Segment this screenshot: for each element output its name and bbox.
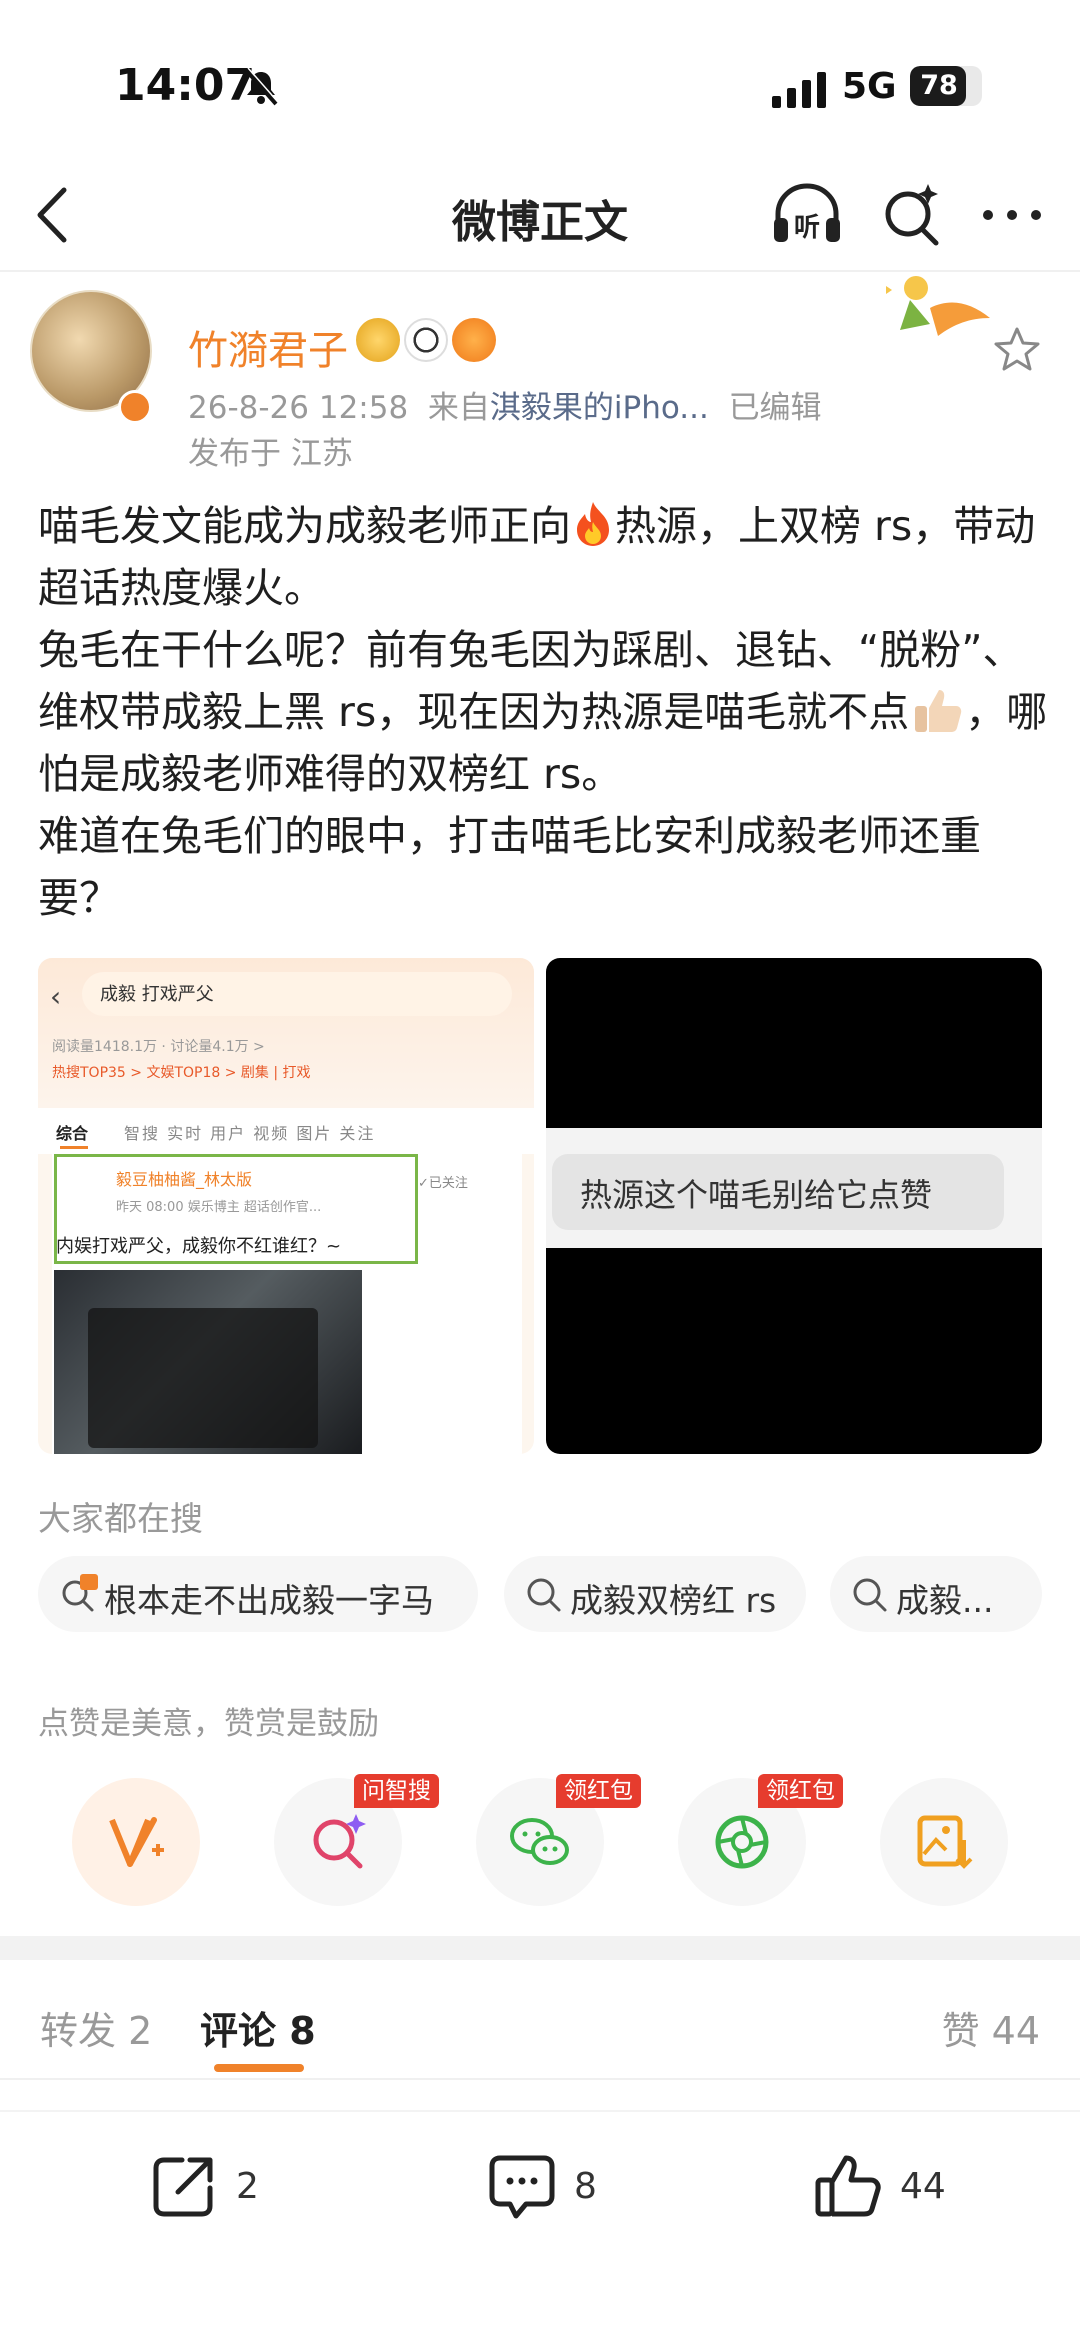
- nav-bar: 微博正文 听: [0, 160, 1080, 272]
- post-paragraph-1: 喵毛发文能成为成毅老师正向 热源，上双榜 rs，带动超话热度爆火。: [38, 495, 1048, 619]
- reward-tag-red-packet-1: 领红包: [556, 1774, 641, 1808]
- trending-chip-2-label: 成毅双榜红 rs: [570, 1581, 777, 1620]
- tip-v-plus-icon: [109, 1817, 164, 1867]
- status-bar: 14:07 5G 78: [0, 0, 1080, 170]
- tab-active-underline: [214, 2064, 304, 2072]
- post-text-2: 兔毛在干什么呢？前有兔毛因为踩剧、退钻、“脱粉”、维权带成毅上黑 rs，现在因为…: [38, 626, 1024, 736]
- battery-level: 78: [920, 70, 958, 101]
- hot-search-icon: [62, 1574, 98, 1612]
- source-prefix: 来自: [427, 390, 490, 426]
- post-text-1a: 喵毛发文能成为成毅老师正向: [38, 502, 571, 550]
- trending-chip-3-label: 成毅...: [896, 1581, 994, 1620]
- post-timestamp: 26-8-26 12:58: [188, 390, 409, 426]
- reward-tag-ai-search: 问智搜: [354, 1774, 439, 1808]
- action-bar: 2 8 44: [0, 2110, 1080, 2270]
- image-tab-underline: [60, 1146, 88, 1149]
- image-comment-panel: [88, 1308, 318, 1448]
- trending-chip-2[interactable]: 成毅双榜红 rs: [504, 1556, 806, 1632]
- status-time: 14:07: [115, 60, 256, 111]
- image-overlay-text: 热源这个喵毛别给它点赞: [580, 1176, 933, 1214]
- save-image-icon: [917, 1815, 973, 1869]
- battery-icon: 78: [910, 66, 982, 106]
- tab-likes[interactable]: 赞 44: [942, 2000, 1040, 2055]
- comment-count: 8: [574, 2166, 597, 2207]
- image-tabs-rest: 智搜 实时 用户 视频 图片 关注: [124, 1124, 376, 1143]
- post-body: 喵毛发文能成为成毅老师正向 热源，上双榜 rs，带动超话热度爆火。 兔毛在干什么呢…: [38, 495, 1048, 929]
- image-tabs: 综合 智搜 实时 用户 视频 图片 关注: [38, 1108, 534, 1154]
- tip-button[interactable]: [72, 1778, 200, 1906]
- edited-label: 已编辑: [728, 390, 822, 426]
- signal-icon: [772, 72, 826, 108]
- fire-emoji-icon: [577, 502, 609, 546]
- thumbs-up-emoji-icon: [915, 690, 962, 732]
- wechat-icon: [510, 1818, 569, 1865]
- image-tab-active: 综合: [56, 1124, 89, 1143]
- share-icon: [153, 2157, 213, 2217]
- image-back-icon: ‹: [50, 980, 62, 1013]
- svg-text:听: 听: [794, 213, 820, 243]
- image-tags: 热搜TOP35 > 文娱TOP18 > 剧集 | 打戏: [52, 1065, 311, 1081]
- search-icon: [853, 1578, 887, 1612]
- trending-heading: 大家都在搜: [38, 1499, 203, 1538]
- decor-sticker-icon: [886, 276, 990, 336]
- image-stats: 阅读量1418.1万 · 讨论量4.1万 >: [52, 1039, 265, 1055]
- post-image-2[interactable]: 热源这个喵毛别给它点赞: [546, 958, 1042, 1454]
- image-author-sub: 昨天 08:00 娱乐博主 超话创作官...: [116, 1200, 322, 1215]
- search-icon: [527, 1578, 561, 1612]
- fish-badge-icon: [452, 318, 496, 362]
- favorite-star-icon[interactable]: [994, 326, 1040, 372]
- save-image-button[interactable]: [880, 1778, 1008, 1906]
- post-paragraph-3: 难道在兔毛们的眼中，打击喵毛比安利成毅老师还重要？: [38, 805, 1048, 929]
- post-source[interactable]: 淇毅果的iPho...: [490, 390, 709, 426]
- trending-chip-3[interactable]: 成毅...: [830, 1556, 1042, 1632]
- section-divider: [0, 1936, 1080, 1960]
- post-meta: 26-8-26 12:58 来自淇毅果的iPho... 已编辑: [188, 382, 822, 427]
- image-author: 毅豆柚柚酱_林太版: [116, 1170, 253, 1189]
- tab-comment[interactable]: 评论 8: [200, 2000, 316, 2055]
- ai-search-icon[interactable]: [880, 180, 944, 248]
- image-headline: 内娱打戏严父，成毅你不红谁红？~: [56, 1236, 342, 1257]
- share-count: 2: [236, 2166, 259, 2207]
- post-location: 发布于 江苏: [188, 436, 353, 472]
- panda-badge-icon: [404, 318, 448, 362]
- listen-icon[interactable]: 听: [770, 180, 844, 250]
- image-follow: ✓已关注: [418, 1176, 468, 1191]
- moments-icon: [715, 1815, 769, 1869]
- crown-badge-icon: [356, 318, 400, 362]
- post-text-4: 难道在兔毛们的眼中，打击喵毛比安利成毅老师还重要？: [38, 812, 981, 922]
- trending-chip-1[interactable]: 根本走不出成毅一字马: [38, 1556, 478, 1632]
- more-icon[interactable]: [980, 198, 1044, 232]
- post-image-1[interactable]: ‹ 成毅 打戏严父 阅读量1418.1万 · 讨论量4.1万 > 热搜TOP35…: [38, 958, 534, 1454]
- reward-heading: 点赞是美意，赞赏是鼓励: [38, 1706, 379, 1742]
- post-paragraph-2: 兔毛在干什么呢？前有兔毛因为踩剧、退钻、“脱粉”、维权带成毅上黑 rs，现在因为…: [38, 619, 1048, 805]
- verified-badge-icon: [118, 390, 152, 424]
- thumbs-up-icon: [815, 2155, 881, 2217]
- reward-tag-red-packet-2: 领红包: [758, 1774, 843, 1808]
- user-badges: [356, 318, 496, 362]
- username[interactable]: 竹漪君子: [188, 318, 348, 376]
- trending-chip-1-label: 根本走不出成毅一字马: [104, 1581, 434, 1620]
- tab-repost[interactable]: 转发 2: [40, 2000, 152, 2055]
- like-count: 44: [900, 2166, 946, 2207]
- comment-icon: [489, 2155, 555, 2219]
- image-search-query: 成毅 打戏严父: [100, 984, 214, 1005]
- bell-muted-icon: [244, 67, 279, 106]
- ai-search-icon: [313, 1814, 366, 1869]
- network-label: 5G: [842, 66, 897, 107]
- tab-bar: 转发 2 评论 8 赞 44: [0, 1960, 1080, 2080]
